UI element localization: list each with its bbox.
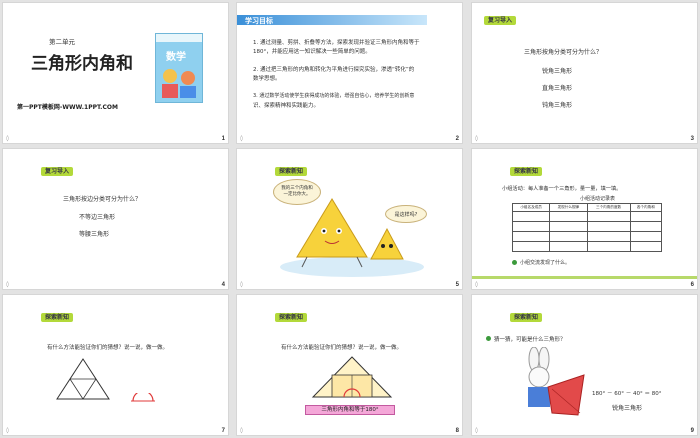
goal-line: 数学思想。: [253, 76, 281, 82]
slide-7[interactable]: 探索新知 有什么方法能验证你们的猜想？说一说，做一做。 ◊ 7: [2, 294, 229, 436]
goal-line: 180°，并能应用这一知识解决一些简单的问题。: [253, 49, 371, 55]
conclusion-text: 小组交流发现了什么。: [520, 260, 571, 266]
slide-footer-icon: ◊: [475, 281, 478, 288]
slide-number: 6: [690, 282, 694, 288]
slide-number: 7: [221, 428, 225, 434]
answer-item: 锐角三角形: [542, 68, 573, 75]
slide-footer-icon: ◊: [6, 427, 9, 434]
slide-number: 9: [690, 428, 694, 434]
book-cover-image: 数学: [155, 33, 203, 103]
unit-label: 第二单元: [49, 38, 75, 46]
table-header: 发现什么规律: [549, 203, 588, 212]
result-banner: 三角形内角和等于180°: [305, 405, 395, 415]
goal-line: 2. 通过把三角形的内角和转化为平角进行探究实验，渗透“转化”的: [253, 67, 415, 73]
slide-number: 5: [455, 282, 459, 288]
section-tag: 探索新知: [510, 313, 543, 322]
slide-footer-icon: ◊: [6, 135, 9, 142]
slide-number: 8: [455, 428, 459, 434]
slide-8[interactable]: 探索新知 有什么方法能验证你们的猜想？说一说，做一做。 三角形内角和等于180°…: [236, 294, 463, 436]
verify-question: 有什么方法能验证你们的猜想？说一说，做一做。: [47, 345, 169, 351]
goal-line: 1. 通过测量、剪拼、折叠等方法，探索发现并验证三角形内角和等于: [253, 40, 420, 46]
bullet-dot: [512, 260, 517, 265]
activity-table: 小组名及成员 发现什么规律 三个内角的度数 各个内角和: [511, 203, 663, 252]
section-tag: 探索新知: [275, 313, 308, 322]
answer-text: 锐角三角形: [612, 405, 643, 412]
goal-line: 3. 通过数学活动使学生获得成功的体验，增强自信心，培养学生的创新意: [253, 93, 415, 99]
table-header: 三个内角的度数: [586, 203, 631, 212]
goal-line: 识、探索精神和实践能力。: [253, 103, 320, 109]
section-tag: 复习导入: [41, 167, 74, 176]
verify-question: 有什么方法能验证你们的猜想？说一说，做一做。: [281, 345, 403, 351]
footer-text: 第一PPT模板网-WWW.1PPT.COM: [17, 104, 118, 111]
slide-9[interactable]: 探索新知 猜一猜，可能是什么三角形？ 180° － 60° － 40° ＝ 80…: [471, 294, 698, 436]
slide-6[interactable]: 探索新知 小组活动：每人准备一个三角形，量一量，填一填。 小组活动记录表 小组名…: [471, 148, 698, 290]
slide-3[interactable]: 复习导入 三角形按角分类可分为什么？ 锐角三角形 直角三角形 钝角三角形 ◊ 3: [471, 2, 698, 144]
slide-footer-icon: ◊: [240, 135, 243, 142]
slide-footer-icon: ◊: [240, 427, 243, 434]
protractor-icon: [131, 393, 155, 402]
slide-title: 三角形内角和: [31, 54, 133, 74]
answer-item: 不等边三角形: [79, 214, 116, 221]
answer-item: 等腰三角形: [79, 231, 110, 238]
bottom-strip: [472, 276, 697, 279]
table-header: 小组名及成员: [511, 203, 551, 212]
section-tag: 复习导入: [484, 16, 517, 25]
table-title: 小组活动记录表: [580, 196, 616, 202]
slide-number: 2: [455, 136, 459, 142]
folded-triangle-diagram: [311, 356, 393, 398]
slide-number: 4: [221, 282, 225, 288]
cartoon-triangles-image: [280, 198, 424, 277]
table-header: 各个内角和: [629, 203, 663, 212]
cartoon-rabbit-image: [528, 347, 585, 416]
slide-footer-icon: ◊: [475, 135, 478, 142]
activity-text: 小组活动：每人准备一个三角形，量一量，填一填。: [502, 186, 622, 192]
review-question: 三角形按角分类可分为什么？: [524, 49, 603, 56]
slide-2[interactable]: 学习目标 1. 通过测量、剪拼、折叠等方法，探索发现并验证三角形内角和等于 18…: [236, 2, 463, 144]
slide-heading: 学习目标: [245, 17, 273, 25]
book-title: 数学: [166, 52, 186, 63]
answer-item: 直角三角形: [542, 85, 573, 92]
slide-footer-icon: ◊: [475, 427, 478, 434]
guess-prompt: 猜一猜，可能是什么三角形？: [494, 337, 566, 343]
triangle-diagram: [56, 358, 110, 400]
slide-4[interactable]: 复习导入 三角形按边分类可分为什么？ 不等边三角形 等腰三角形 ◊ 4: [2, 148, 229, 290]
review-question: 三角形按边分类可分为什么？: [63, 196, 142, 203]
section-tag: 探索新知: [41, 313, 74, 322]
bullet-dot: [486, 336, 491, 341]
slide-number: 3: [690, 136, 694, 142]
slide-grid: 第二单元 三角形内角和 第一PPT模板网-WWW.1PPT.COM 数学 ◊ 1…: [0, 0, 700, 438]
calculation-text: 180° － 60° － 40° ＝ 80°: [592, 391, 662, 397]
section-tag: 探索新知: [275, 167, 308, 176]
slide-5[interactable]: 探索新知 我的三个内角和一定比你大。 是这样吗? ◊ 5: [236, 148, 463, 290]
answer-item: 钝角三角形: [542, 102, 573, 109]
slide-1[interactable]: 第二单元 三角形内角和 第一PPT模板网-WWW.1PPT.COM 数学 ◊ 1: [2, 2, 229, 144]
slide-footer-icon: ◊: [6, 281, 9, 288]
section-tag: 探索新知: [510, 167, 543, 176]
slide-number: 1: [221, 136, 225, 142]
slide-footer-icon: ◊: [240, 281, 243, 288]
